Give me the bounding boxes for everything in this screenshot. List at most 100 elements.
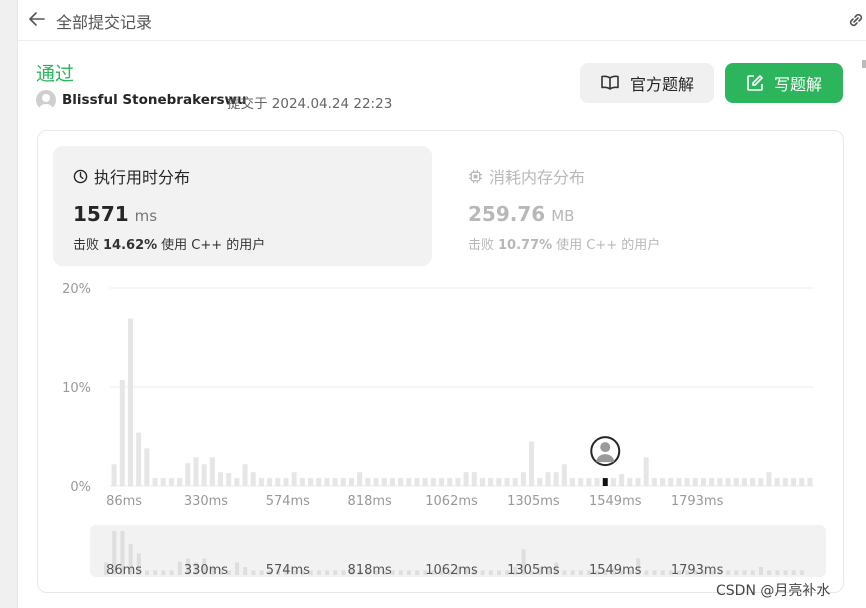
bar[interactable] bbox=[422, 478, 428, 486]
bar[interactable] bbox=[578, 478, 584, 486]
bar[interactable] bbox=[365, 478, 371, 486]
bar[interactable] bbox=[234, 478, 240, 486]
scrollbar[interactable] bbox=[862, 60, 866, 68]
bar[interactable] bbox=[733, 478, 739, 486]
bar[interactable] bbox=[226, 473, 232, 486]
mini-overview-chart[interactable]: 86ms 330ms 574ms 818ms 1062ms 1305ms 1549ms 179… bbox=[90, 525, 826, 578]
bar[interactable] bbox=[348, 478, 354, 486]
highlight-bar[interactable] bbox=[602, 478, 608, 486]
write-solution-label: 写题解 bbox=[773, 75, 822, 94]
bar[interactable] bbox=[799, 478, 805, 486]
runtime-tab[interactable]: 执行用时分布 1571 ms 击败 14.62% 使用 C++ 的用户 bbox=[53, 146, 432, 266]
bar[interactable] bbox=[193, 457, 199, 486]
chart-range-selector[interactable]: 86ms 330ms 574ms 818ms 1062ms 1305ms 1549ms 179… bbox=[90, 525, 826, 578]
bar[interactable] bbox=[545, 472, 551, 486]
bar[interactable] bbox=[275, 478, 281, 486]
bar[interactable] bbox=[185, 463, 191, 486]
bar[interactable] bbox=[684, 478, 690, 486]
bar[interactable] bbox=[766, 472, 772, 486]
memory-tab[interactable]: 消耗内存分布 259.76 MB 击败 10.77% 使用 C++ 的用户 bbox=[448, 146, 827, 266]
bar[interactable] bbox=[414, 478, 420, 486]
bar[interactable] bbox=[111, 464, 117, 486]
bar[interactable] bbox=[332, 478, 338, 486]
bar[interactable] bbox=[439, 478, 445, 486]
arrow-left-icon[interactable] bbox=[26, 8, 48, 30]
bar[interactable] bbox=[619, 474, 625, 486]
bar[interactable] bbox=[782, 478, 788, 486]
bar[interactable] bbox=[463, 472, 469, 486]
bar[interactable] bbox=[177, 478, 183, 486]
bar[interactable] bbox=[152, 478, 158, 486]
bar[interactable] bbox=[398, 478, 404, 486]
bar[interactable] bbox=[668, 478, 674, 486]
bar[interactable] bbox=[594, 478, 600, 486]
bar[interactable] bbox=[136, 432, 142, 486]
bar[interactable] bbox=[479, 478, 485, 486]
write-solution-button[interactable]: 写题解 bbox=[725, 63, 843, 103]
bar[interactable] bbox=[381, 478, 387, 486]
bar[interactable] bbox=[496, 478, 502, 486]
bar[interactable] bbox=[758, 478, 764, 486]
bar[interactable] bbox=[700, 478, 706, 486]
bar[interactable] bbox=[283, 478, 289, 486]
bar[interactable] bbox=[635, 478, 641, 486]
bar[interactable] bbox=[537, 478, 543, 486]
bar[interactable] bbox=[750, 478, 756, 486]
bar[interactable] bbox=[308, 478, 314, 486]
bar[interactable] bbox=[570, 478, 576, 486]
bar[interactable] bbox=[389, 478, 395, 486]
bar[interactable] bbox=[651, 478, 657, 486]
bar[interactable] bbox=[406, 478, 412, 486]
link-icon[interactable] bbox=[845, 9, 866, 31]
bar[interactable] bbox=[242, 464, 248, 486]
bar[interactable] bbox=[218, 472, 224, 486]
bar[interactable] bbox=[512, 478, 518, 486]
bar[interactable] bbox=[160, 478, 166, 486]
bar[interactable] bbox=[291, 472, 297, 486]
bar[interactable] bbox=[430, 478, 436, 486]
bar[interactable] bbox=[209, 457, 215, 486]
bar[interactable] bbox=[807, 478, 813, 486]
bar[interactable] bbox=[586, 478, 592, 486]
bar[interactable] bbox=[316, 478, 322, 486]
bar[interactable] bbox=[520, 472, 526, 486]
bar[interactable] bbox=[488, 478, 494, 486]
bar[interactable] bbox=[504, 478, 510, 486]
bar[interactable] bbox=[258, 478, 264, 486]
bar[interactable] bbox=[455, 478, 461, 486]
username[interactable]: Blissful Stonebrakerswu bbox=[62, 92, 247, 108]
bar[interactable] bbox=[725, 478, 731, 486]
bar[interactable] bbox=[529, 441, 535, 486]
page-title[interactable]: 全部提交记录 bbox=[56, 9, 152, 33]
bar[interactable] bbox=[791, 478, 797, 486]
bar[interactable] bbox=[553, 472, 559, 486]
bar[interactable] bbox=[340, 478, 346, 486]
bar[interactable] bbox=[741, 478, 747, 486]
bar[interactable] bbox=[561, 464, 567, 486]
bar[interactable] bbox=[373, 478, 379, 486]
bar[interactable] bbox=[119, 380, 125, 486]
bar[interactable] bbox=[447, 478, 453, 486]
bar[interactable] bbox=[676, 478, 682, 486]
bar[interactable] bbox=[299, 478, 305, 486]
bar[interactable] bbox=[774, 478, 780, 486]
bar[interactable] bbox=[250, 472, 256, 486]
bar[interactable] bbox=[692, 478, 698, 486]
bar[interactable] bbox=[610, 478, 616, 486]
bar[interactable] bbox=[709, 478, 715, 486]
bar[interactable] bbox=[660, 478, 666, 486]
bar[interactable] bbox=[717, 478, 723, 486]
bar[interactable] bbox=[643, 457, 649, 486]
runtime-distribution-chart[interactable]: 20% 10% 0% 86ms 330ms 574ms 818ms 1062ms 1305ms 1… bbox=[37, 277, 827, 517]
bar[interactable] bbox=[201, 464, 207, 486]
bar[interactable] bbox=[127, 318, 133, 486]
bar[interactable] bbox=[168, 478, 174, 486]
bar[interactable] bbox=[471, 472, 477, 486]
bar[interactable] bbox=[144, 448, 150, 486]
bar[interactable] bbox=[357, 472, 363, 486]
avatar[interactable] bbox=[36, 90, 56, 110]
bar[interactable] bbox=[627, 478, 633, 486]
official-solution-button[interactable]: 官方题解 bbox=[580, 63, 714, 103]
bar[interactable] bbox=[267, 478, 273, 486]
bar[interactable] bbox=[324, 478, 330, 486]
